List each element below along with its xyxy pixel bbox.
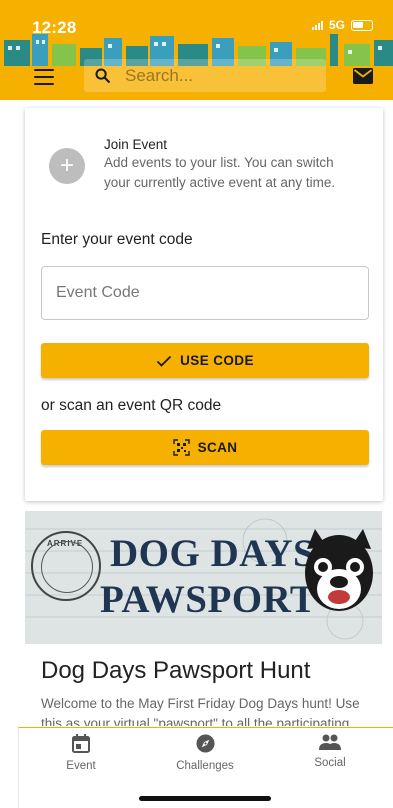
event-code-input[interactable] bbox=[41, 266, 369, 320]
hamburger-menu-icon[interactable] bbox=[34, 69, 54, 85]
mail-icon[interactable] bbox=[353, 68, 373, 84]
status-indicators: 5G bbox=[311, 18, 373, 32]
nav-social-label: Social bbox=[314, 757, 346, 769]
scan-button-label: SCAN bbox=[197, 440, 238, 455]
network-type: 5G bbox=[328, 18, 345, 32]
search-icon bbox=[95, 68, 110, 83]
status-time: 12:28 bbox=[32, 18, 77, 37]
join-event-card: + Join Event Add events to your list. Yo… bbox=[25, 108, 383, 501]
home-indicator bbox=[139, 796, 271, 801]
calendar-icon bbox=[72, 734, 90, 753]
nav-event[interactable]: Event bbox=[31, 734, 131, 772]
event-code-label: Enter your event code bbox=[41, 231, 193, 248]
join-event-title: Join Event bbox=[104, 137, 168, 152]
checkmark-icon bbox=[157, 355, 172, 367]
nav-challenges[interactable]: Challenges bbox=[155, 734, 255, 772]
scan-label: or scan an event QR code bbox=[41, 397, 222, 414]
nav-event-label: Event bbox=[66, 760, 96, 772]
search-box[interactable] bbox=[84, 59, 326, 92]
search-input[interactable] bbox=[125, 65, 315, 86]
banner-title-line1: DOG DAYS bbox=[110, 532, 316, 575]
nav-social[interactable]: Social bbox=[280, 734, 380, 769]
plus-icon[interactable]: + bbox=[49, 148, 85, 184]
scan-button[interactable]: SCAN bbox=[41, 430, 369, 465]
compass-icon bbox=[195, 734, 215, 753]
join-event-text: Join Event Add events to your list. You … bbox=[104, 136, 354, 193]
dog-illustration bbox=[305, 529, 373, 611]
nav-challenges-label: Challenges bbox=[176, 760, 234, 772]
app-header: 12:28 5G bbox=[0, 0, 393, 100]
stamp-text: ARRIVE bbox=[47, 539, 84, 548]
battery-icon bbox=[351, 19, 373, 31]
banner-title-line2: PAWSPORT bbox=[100, 578, 317, 621]
signal-icon bbox=[311, 20, 323, 30]
arrive-stamp: ARRIVE bbox=[31, 531, 101, 601]
join-event-description: Add events to your list. You can switch … bbox=[104, 155, 336, 190]
use-code-button[interactable]: USE CODE bbox=[41, 343, 369, 378]
qr-code-icon bbox=[172, 439, 190, 456]
people-icon bbox=[319, 734, 341, 750]
event-banner[interactable]: ARRIVE DOG DAYS PAWSPORT bbox=[25, 511, 382, 644]
use-code-label: USE CODE bbox=[180, 353, 254, 368]
join-event-row[interactable]: + Join Event Add events to your list. Yo… bbox=[49, 136, 354, 193]
event-title[interactable]: Dog Days Pawsport Hunt bbox=[41, 657, 310, 685]
event-description: Welcome to the May First Friday Dog Days… bbox=[41, 696, 360, 726]
